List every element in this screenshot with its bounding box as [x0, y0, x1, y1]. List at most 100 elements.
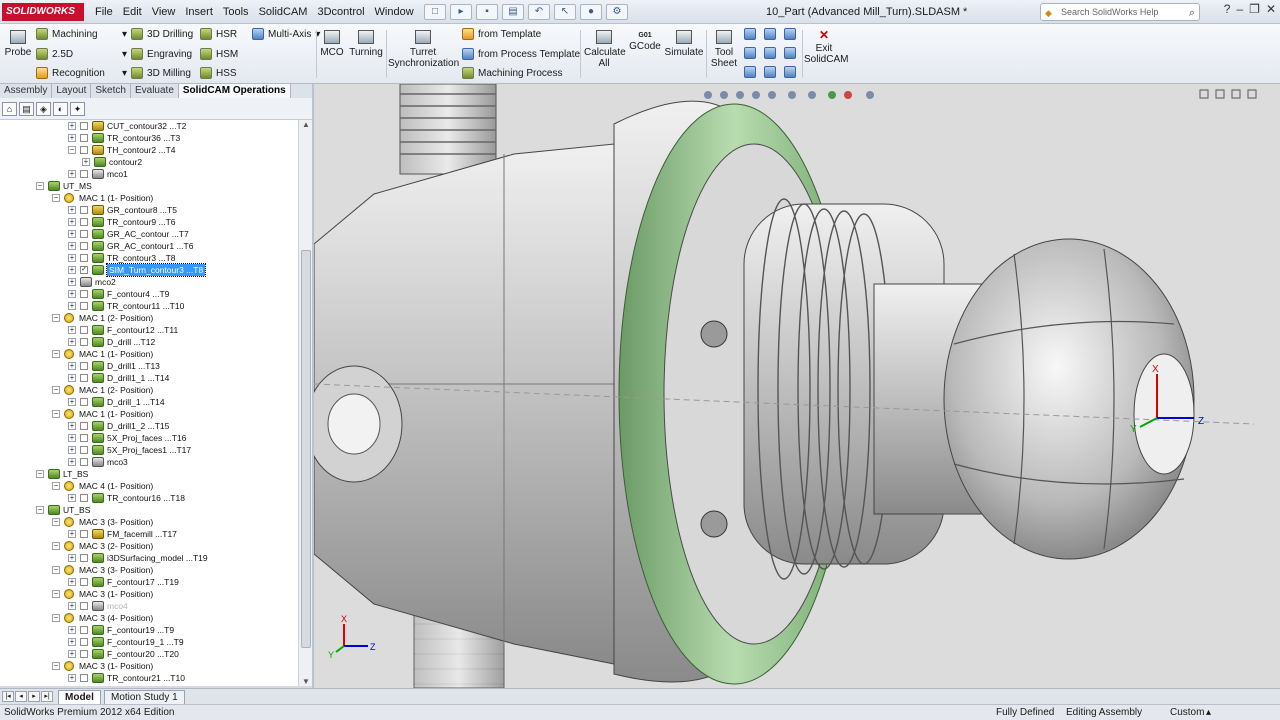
expand-toggle-icon[interactable]: +	[68, 266, 76, 274]
operation-checkbox[interactable]	[80, 338, 88, 346]
operation-checkbox[interactable]	[80, 434, 88, 442]
expand-toggle-icon[interactable]: −	[52, 194, 60, 202]
tree-operation-row[interactable]: + mco1	[0, 168, 298, 180]
expand-toggle-icon[interactable]: +	[68, 254, 76, 262]
expand-toggle-icon[interactable]: −	[68, 146, 76, 154]
tree-operation-row[interactable]: + F_contour20 ...T20	[0, 648, 298, 660]
scroll-thumb[interactable]	[301, 250, 311, 648]
grid-icon[interactable]	[764, 66, 776, 78]
tree-operation-row[interactable]: + D_drill1 ...T13	[0, 360, 298, 372]
expand-toggle-icon[interactable]: +	[68, 338, 76, 346]
tree-operation-row[interactable]: + TR_contour36 ...T3	[0, 132, 298, 144]
tab-layout[interactable]: Layout	[52, 84, 92, 98]
tree-setup-node[interactable]: − LT_BS	[0, 468, 298, 480]
tab-sketch[interactable]: Sketch	[91, 84, 131, 98]
config-manager-icon[interactable]: ◈	[36, 102, 51, 116]
status-units[interactable]: Custom	[1170, 705, 1204, 720]
expand-toggle-icon[interactable]: +	[68, 446, 76, 454]
sync-icon[interactable]	[784, 47, 796, 59]
expand-toggle-icon[interactable]: −	[52, 566, 60, 574]
menu-item-window[interactable]: Window	[370, 0, 419, 24]
operation-checkbox[interactable]	[80, 398, 88, 406]
tree-scrollbar[interactable]: ▲ ▼	[298, 120, 312, 686]
search-input[interactable]: ◆ Search SolidWorks Help ⌕	[1040, 3, 1200, 21]
view-icon[interactable]	[764, 28, 776, 40]
display-manager-icon[interactable]: ◐	[53, 102, 68, 116]
expand-toggle-icon[interactable]: −	[52, 350, 60, 358]
next-tab-icon[interactable]: ▸	[28, 691, 40, 702]
gcode-button[interactable]: G01 GCode	[628, 30, 662, 52]
hsr-button[interactable]: HSR	[200, 28, 237, 40]
operation-checkbox[interactable]	[80, 254, 88, 262]
tree-operation-row[interactable]: + TR_contour11 ...T10	[0, 300, 298, 312]
tree-operation-row[interactable]: + D_drill ...T12	[0, 336, 298, 348]
expand-toggle-icon[interactable]: +	[68, 578, 76, 586]
operation-checkbox[interactable]	[80, 578, 88, 586]
scroll-up-icon[interactable]: ▲	[299, 120, 313, 129]
setting-icon[interactable]	[744, 28, 756, 40]
calculate-all-button[interactable]: Calculate All	[584, 30, 626, 69]
dropdown-arrow-icon[interactable]: ▾	[122, 29, 127, 40]
mco-button[interactable]: MCO	[320, 30, 344, 58]
menu-item-solidcam[interactable]: SolidCAM	[254, 0, 313, 24]
operation-checkbox[interactable]	[80, 446, 88, 454]
tree-mac-node[interactable]: − MAC 3 (3- Position)	[0, 564, 298, 576]
2-5d-button[interactable]: 2.5D	[36, 48, 73, 60]
expand-toggle-icon[interactable]: +	[68, 602, 76, 610]
solidcam-manager-icon[interactable]: ✦	[70, 102, 85, 116]
exit-solidcam-button[interactable]: ✕ Exit SolidCAM	[804, 29, 848, 65]
units-dropdown-icon[interactable]: ▴	[1206, 705, 1211, 720]
expand-toggle-icon[interactable]: +	[68, 326, 76, 334]
expand-toggle-icon[interactable]: −	[52, 590, 60, 598]
expand-toggle-icon[interactable]: −	[36, 470, 44, 478]
tree-operation-row[interactable]: + D_drill1_2 ...T15	[0, 420, 298, 432]
tree-setup-node[interactable]: − UT_MS	[0, 180, 298, 192]
operation-checkbox[interactable]	[80, 230, 88, 238]
menu-item-insert[interactable]: Insert	[180, 0, 218, 24]
operation-checkbox[interactable]	[80, 134, 88, 142]
undo-icon[interactable]: ↶	[528, 4, 550, 20]
tree-operation-row[interactable]: + mco2	[0, 276, 298, 288]
tree-mac-node[interactable]: − MAC 1 (2- Position)	[0, 384, 298, 396]
expand-toggle-icon[interactable]: +	[68, 302, 76, 310]
operation-checkbox[interactable]	[80, 530, 88, 538]
prev-tab-icon[interactable]: ◂	[15, 691, 27, 702]
multi-axis-button[interactable]: Multi-Axis ▾	[252, 28, 320, 40]
operation-checkbox[interactable]	[80, 458, 88, 466]
tree-setup-node[interactable]: − UT_BS	[0, 504, 298, 516]
tree-mac-node[interactable]: − MAC 4 (1- Position)	[0, 480, 298, 492]
first-tab-icon[interactable]: |◂	[2, 691, 14, 702]
tab-evaluate[interactable]: Evaluate	[131, 84, 179, 98]
minimize-icon[interactable]: –	[1236, 2, 1243, 16]
tree-operation-row[interactable]: + mco3	[0, 456, 298, 468]
operation-checkbox[interactable]	[80, 170, 88, 178]
tree-operation-row[interactable]: + D_drill_1 ...T14	[0, 396, 298, 408]
copy-icon[interactable]	[744, 47, 756, 59]
expand-toggle-icon[interactable]: +	[68, 434, 76, 442]
operation-checkbox[interactable]	[80, 302, 88, 310]
tree-operation-row[interactable]: + ✓ SIM_Turn_contour3 ...T8	[0, 263, 298, 277]
tree-operation-row[interactable]: + TR_contour9 ...T6	[0, 216, 298, 228]
filter-icon[interactable]	[784, 66, 796, 78]
operation-checkbox[interactable]	[80, 218, 88, 226]
last-tab-icon[interactable]: ▸|	[41, 691, 53, 702]
tree-operation-row[interactable]: + GR_contour8 ...T5	[0, 204, 298, 216]
tree-operation-row[interactable]: − TH_contour2 ...T4	[0, 144, 298, 156]
operation-checkbox[interactable]	[80, 626, 88, 634]
expand-toggle-icon[interactable]: −	[52, 314, 60, 322]
simulate-button[interactable]: Simulate	[664, 30, 704, 58]
print-icon[interactable]: ▤	[502, 4, 524, 20]
graphics-viewport[interactable]: X Z Y X Z Y	[314, 84, 1280, 688]
save-icon[interactable]: ▪	[476, 4, 498, 20]
from-process-template-button[interactable]: from Process Template	[462, 48, 580, 60]
tree-operation-row[interactable]: +5X_Proj_faces1 ...T17	[0, 444, 298, 456]
operation-checkbox[interactable]	[80, 242, 88, 250]
expand-toggle-icon[interactable]: +	[68, 122, 76, 130]
tree-operation-row[interactable]: + mco4	[0, 600, 298, 612]
3d-milling-button[interactable]: ▾ 3D Milling	[122, 67, 191, 79]
tree-mac-node[interactable]: − MAC 3 (3- Position)	[0, 516, 298, 528]
search-icon[interactable]: ⌕	[1189, 5, 1195, 21]
tree-operation-row[interactable]: + F_contour4 ...T9	[0, 288, 298, 300]
machining-button[interactable]: Machining	[36, 28, 98, 40]
menu-item-file[interactable]: File	[90, 0, 118, 24]
